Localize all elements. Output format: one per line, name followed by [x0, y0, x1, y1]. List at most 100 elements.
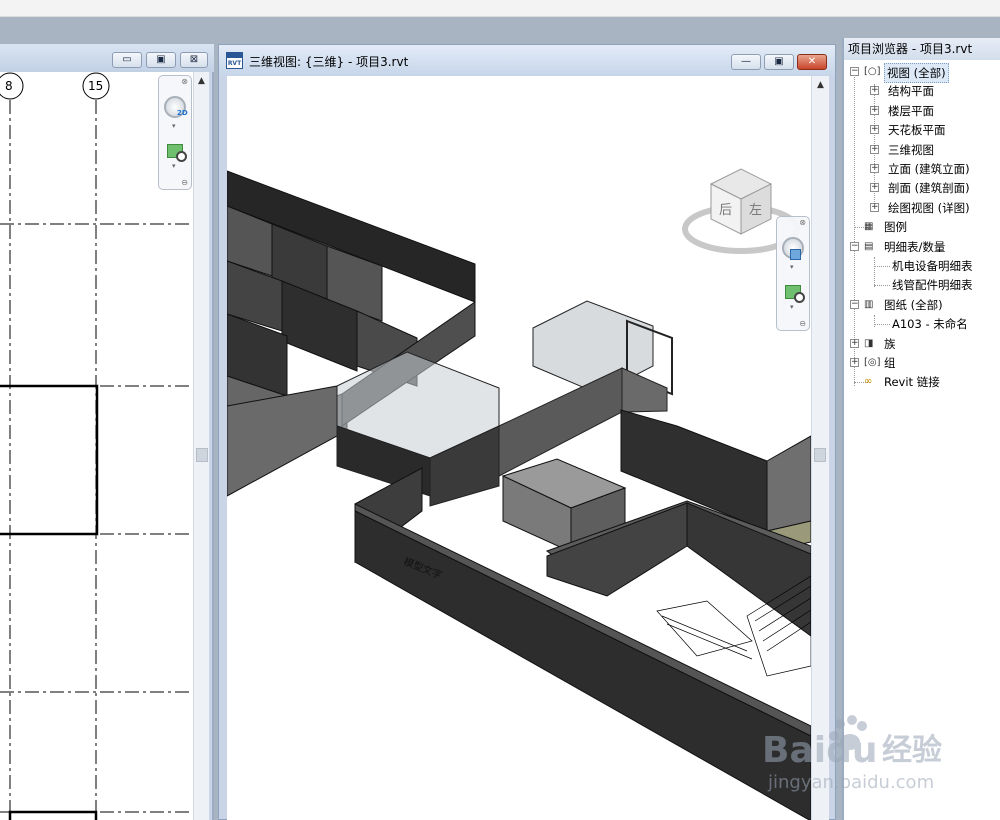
baidu-watermark: Baidu 经验 jingyan.baidu.com [762, 715, 942, 793]
3d-restore-button[interactable]: ▣ [764, 54, 794, 70]
tree-node-label: 图例 [884, 220, 907, 234]
tree-expand-icon[interactable]: + [850, 339, 859, 348]
tree-node-label: 天花板平面 [888, 123, 946, 137]
schedule-icon: ▤ [864, 241, 874, 252]
tree-node-label: 立面 (建筑立面) [888, 162, 970, 176]
tree-node-label: 绘图视图 (详图) [888, 201, 970, 215]
tree-node[interactable]: + 楼层平面 [844, 102, 1000, 120]
project-browser-panel: 项目浏览器 - 项目3.rvt − [○] 视图 (全部) + 结构平面 + 楼层平面 + 天花… [842, 38, 1000, 820]
project-browser-tree: − [○] 视图 (全部) + 结构平面 + 楼层平面 + 天花板平面 + 三维视图 + 立面 (建筑立… [844, 60, 1000, 820]
scroll-thumb[interactable] [196, 448, 208, 462]
tree-expand-icon[interactable]: + [870, 125, 879, 134]
revit-links-icon: ∞ [864, 376, 873, 387]
scroll-up-icon[interactable]: ▲ [812, 78, 829, 92]
tree-node[interactable]: + 立面 (建筑立面) [844, 160, 1000, 178]
tree-node[interactable]: + ◨ 族 [844, 335, 1000, 353]
chevron-down-icon[interactable]: ▾ [790, 263, 794, 271]
lower-wall [227, 385, 338, 497]
grid-label-15: 15 [88, 79, 103, 93]
plan-view-window: ▭ ▣ ⊠ 8 15 ⊗ 2D ▾ ▾ ⊖ ▲ [0, 44, 214, 820]
tree-node[interactable]: 线管配件明细表 [844, 276, 1000, 294]
viewcube-left-label: 左 [749, 203, 762, 218]
tree-expand-icon[interactable]: + [870, 106, 879, 115]
corridor-wall [621, 367, 668, 413]
tree-node-label: 明细表/数量 [884, 240, 946, 254]
navbar-close-icon[interactable]: ⊗ [799, 218, 806, 227]
tree-collapse-icon[interactable]: − [850, 300, 859, 309]
viewcube-back-label: 后 [719, 203, 732, 218]
tree-node[interactable]: + 结构平面 [844, 82, 1000, 100]
tree-expand-icon[interactable]: + [870, 203, 879, 212]
tree-node[interactable]: + 绘图视图 (详图) [844, 199, 1000, 217]
project-browser-title[interactable]: 项目浏览器 - 项目3.rvt [844, 38, 1000, 60]
3d-close-button[interactable]: ✕ [797, 54, 827, 70]
tree-node-label: 图纸 (全部) [884, 298, 943, 312]
3d-wheel-cube-icon [790, 249, 801, 260]
top-toolbar-strip [0, 0, 1000, 17]
zoom-region-icon[interactable] [167, 144, 187, 162]
tree-node-label: A103 - 未命名 [892, 317, 968, 331]
plan-view-titlebar[interactable]: ▭ ▣ ⊠ [0, 44, 214, 72]
3d-view-canvas[interactable]: 模型文字 后 左 ⊗ ▾ ▾ ⊖ [227, 76, 811, 820]
corridor-wall [498, 367, 623, 477]
navbar-close-icon[interactable]: ⊗ [181, 77, 188, 86]
plan-vertical-scrollbar[interactable]: ▲ [193, 72, 209, 820]
sheets-icon: ▥ [864, 299, 874, 310]
plan-close-button[interactable]: ⊠ [180, 52, 208, 68]
navbar-options-icon[interactable]: ⊖ [799, 319, 806, 328]
tree-node[interactable]: ▦ 图例 [844, 218, 1000, 236]
tree-expand-icon[interactable]: + [870, 164, 879, 173]
plan-restore-button[interactable]: ▣ [146, 52, 176, 68]
tree-node[interactable]: 机电设备明细表 [844, 257, 1000, 275]
tree-node[interactable]: − [○] 视图 (全部) [844, 63, 1000, 83]
zoom-region-icon[interactable] [785, 285, 805, 303]
2d-wheel-badge-icon: 2D [177, 109, 188, 117]
tree-collapse-icon[interactable]: − [850, 242, 859, 251]
tree-node-label: 线管配件明细表 [892, 278, 973, 292]
tree-node[interactable]: + 剖面 (建筑剖面) [844, 179, 1000, 197]
plan-wall-room [8, 810, 98, 820]
3d-view-titlebar[interactable]: RVT 三维视图: {三维} - 项目3.rvt — ▣ ✕ [219, 45, 835, 75]
chevron-down-icon[interactable]: ▾ [790, 303, 794, 311]
tree-node-label: Revit 链接 [884, 375, 940, 389]
legend-icon: ▦ [864, 221, 874, 232]
3d-vertical-scrollbar[interactable]: ▲ [811, 76, 829, 820]
tree-node[interactable]: + 天花板平面 [844, 121, 1000, 139]
tree-node-label: 剖面 (建筑剖面) [888, 181, 970, 195]
tree-node-label: 族 [884, 337, 896, 351]
3d-navigation-bar[interactable]: ⊗ ▾ ▾ ⊖ [776, 216, 810, 331]
tree-expand-icon[interactable]: + [870, 86, 879, 95]
tree-node[interactable]: ∞ Revit 链接 [844, 373, 1000, 391]
watermark-url: jingyan.baidu.com [767, 772, 934, 793]
watermark-suffix: 经验 [882, 733, 942, 768]
plan-wall-room [0, 384, 99, 536]
groups-icon: [◎] [864, 357, 881, 368]
navbar-options-icon[interactable]: ⊖ [181, 178, 188, 187]
scroll-thumb[interactable] [814, 448, 826, 462]
tree-expand-icon[interactable]: + [870, 183, 879, 192]
tree-node[interactable]: A103 - 未命名 [844, 315, 1000, 333]
families-icon: ◨ [864, 338, 874, 349]
tree-expand-icon[interactable]: + [870, 145, 879, 154]
3d-minimize-button[interactable]: — [731, 54, 761, 70]
scroll-up-icon[interactable]: ▲ [194, 74, 209, 88]
tree-node-label: 三维视图 [888, 143, 934, 157]
plan-navigation-bar[interactable]: ⊗ 2D ▾ ▾ ⊖ [158, 75, 192, 190]
3d-view-title: 三维视图: {三维} - 项目3.rvt [249, 55, 409, 69]
tree-node-label: 结构平面 [888, 84, 934, 98]
tree-node[interactable]: − ▤ 明细表/数量 [844, 238, 1000, 256]
tree-node-label: 组 [884, 356, 896, 370]
right-wall-end [766, 435, 811, 532]
plan-minimize-button[interactable]: ▭ [112, 52, 142, 68]
chevron-down-icon[interactable]: ▾ [172, 162, 176, 170]
tree-collapse-icon[interactable]: − [850, 67, 859, 76]
chevron-down-icon[interactable]: ▾ [172, 122, 176, 130]
tree-node[interactable]: + [◎] 组 [844, 354, 1000, 372]
plan-view-canvas[interactable]: 8 15 ⊗ 2D ▾ ▾ ⊖ [0, 72, 193, 820]
tree-node-label: 视图 (全部) [884, 63, 949, 83]
views-icon: [○] [864, 66, 881, 77]
tree-node[interactable]: − ▥ 图纸 (全部) [844, 296, 1000, 314]
tree-node[interactable]: + 三维视图 [844, 141, 1000, 159]
tree-node-label: 机电设备明细表 [892, 259, 973, 273]
tree-expand-icon[interactable]: + [850, 358, 859, 367]
